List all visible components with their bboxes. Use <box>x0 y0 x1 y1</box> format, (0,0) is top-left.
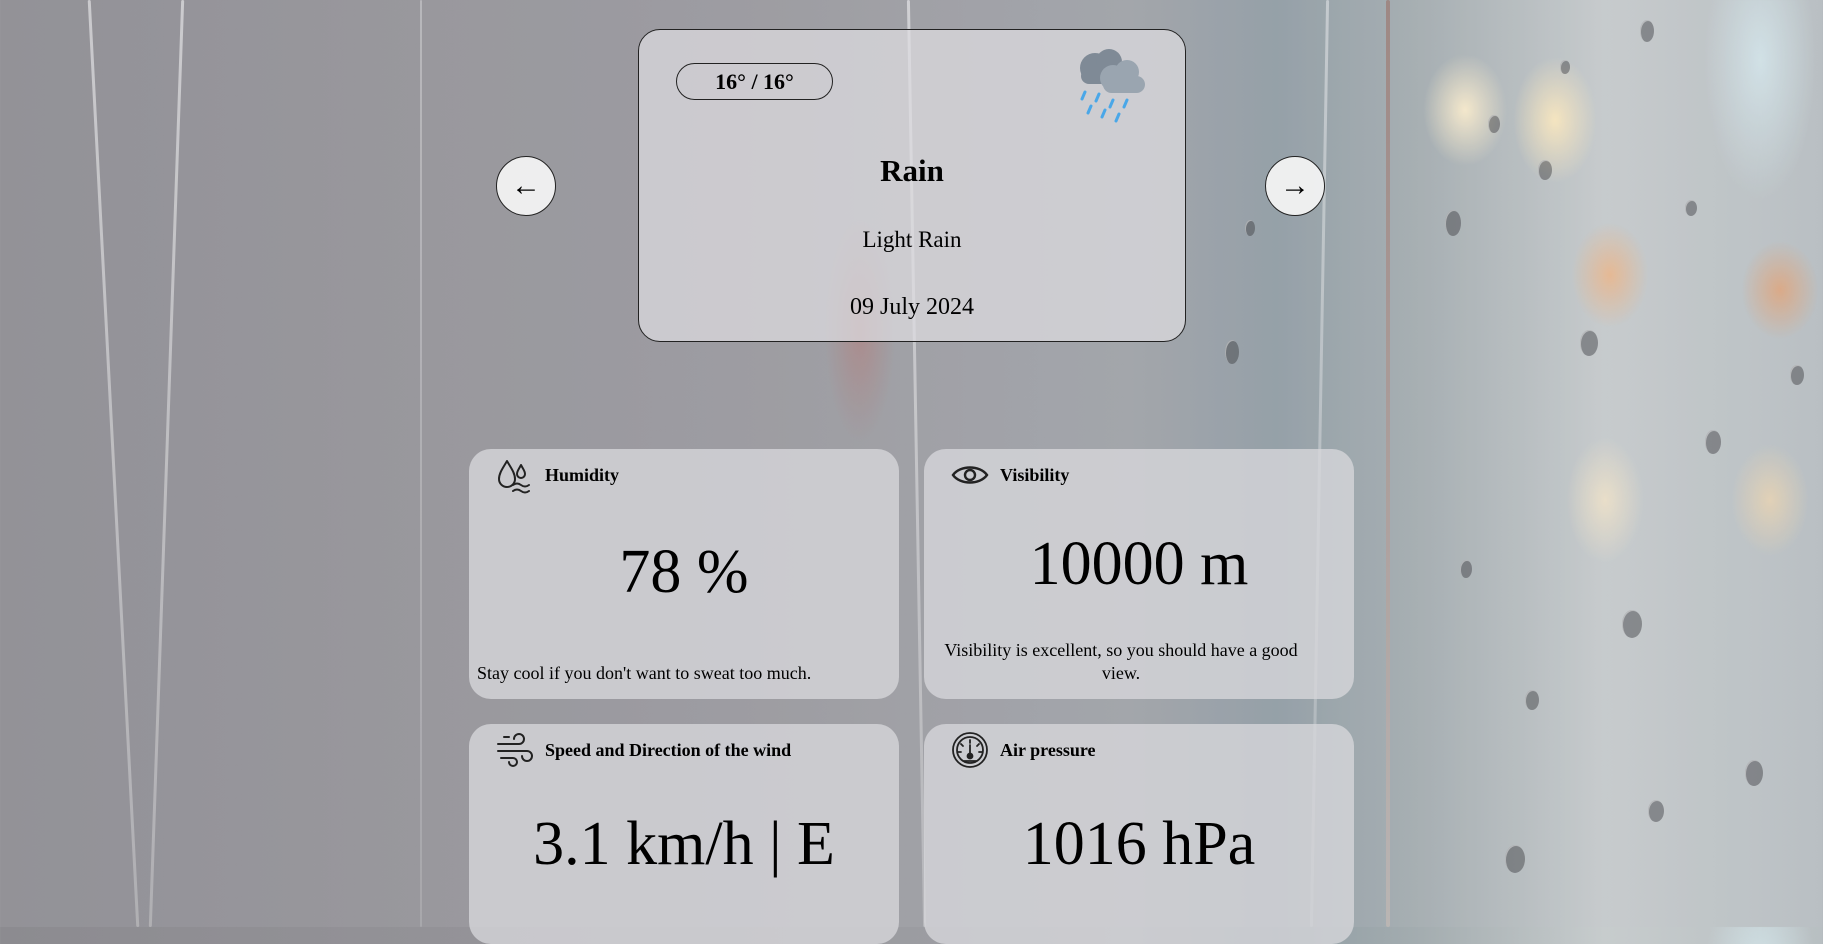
air-pressure-tile: Air pressure 1016 hPa <box>924 724 1354 944</box>
wind-tile: Speed and Direction of the wind 3.1 km/h… <box>469 724 899 944</box>
visibility-value: 10000 m <box>1029 530 1249 598</box>
previous-day-button[interactable]: ← <box>496 156 556 216</box>
visibility-note: Visibility is excellent, so you should h… <box>944 640 1298 683</box>
rain-cloud-icon <box>1080 49 1145 123</box>
weather-description: Light Rain <box>862 227 962 252</box>
humidity-tile: Humidity 78 % Stay cool if you don't wan… <box>469 449 899 699</box>
air-pressure-title: Air pressure <box>1000 739 1096 760</box>
gauge-icon <box>952 732 988 768</box>
weather-condition: Rain <box>880 153 944 188</box>
arrow-right-icon: → <box>1280 169 1310 202</box>
visibility-title: Visibility <box>1000 464 1070 485</box>
humidity-icon <box>498 460 530 494</box>
humidity-title: Humidity <box>545 464 620 485</box>
forecast-date: 09 July 2024 <box>849 294 974 320</box>
air-pressure-value: 1016 hPa <box>1022 810 1256 878</box>
next-day-button[interactable]: → <box>1265 156 1325 216</box>
wind-icon <box>497 733 533 767</box>
wind-title: Speed and Direction of the wind <box>545 739 792 760</box>
arrow-left-icon: ← <box>511 169 541 202</box>
humidity-value: 78 % <box>619 538 749 606</box>
visibility-tile: Visibility 10000 m Visibility is excelle… <box>924 449 1354 699</box>
temperature-range-badge: 16° / 16° <box>676 63 833 100</box>
wind-value: 3.1 km/h | E <box>533 810 835 878</box>
humidity-note: Stay cool if you don't want to sweat too… <box>477 663 812 683</box>
forecast-card: 16° / 16° Rain Light Rain 09 July 2024 <box>638 29 1186 342</box>
eye-icon <box>951 466 989 484</box>
